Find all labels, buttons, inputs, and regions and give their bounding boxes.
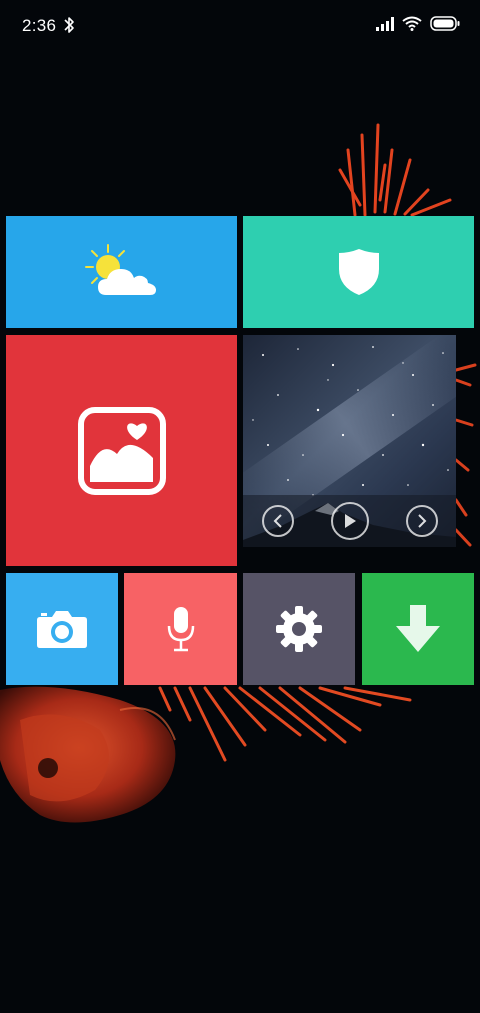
download-arrow-icon — [396, 605, 440, 652]
microphone-icon — [167, 607, 194, 652]
gallery-icon — [77, 406, 166, 495]
recorder-tile[interactable] — [124, 573, 237, 685]
previous-button[interactable] — [261, 505, 294, 537]
weather-icon — [84, 244, 156, 295]
downloads-tile[interactable] — [362, 573, 474, 685]
security-tile[interactable] — [243, 216, 474, 328]
gear-icon — [276, 606, 322, 652]
signal-icon — [376, 16, 394, 31]
gallery-tile[interactable] — [6, 335, 237, 566]
battery-icon — [430, 16, 460, 31]
bluetooth-icon — [64, 17, 74, 33]
play-button[interactable] — [330, 502, 369, 540]
status-bar: 2:36 — [0, 0, 480, 52]
previous-icon — [273, 514, 282, 528]
status-time: 2:36 — [22, 16, 57, 35]
wifi-icon — [402, 16, 422, 31]
photo-controls-bar — [243, 495, 456, 547]
camera-icon — [37, 611, 87, 648]
next-button[interactable] — [405, 505, 438, 537]
settings-tile[interactable] — [243, 573, 355, 685]
weather-tile[interactable] — [6, 216, 237, 328]
photo-frame-tile[interactable] — [243, 335, 456, 547]
camera-tile[interactable] — [6, 573, 118, 685]
shield-icon — [338, 249, 379, 295]
next-icon — [417, 514, 426, 528]
play-icon — [344, 514, 356, 528]
